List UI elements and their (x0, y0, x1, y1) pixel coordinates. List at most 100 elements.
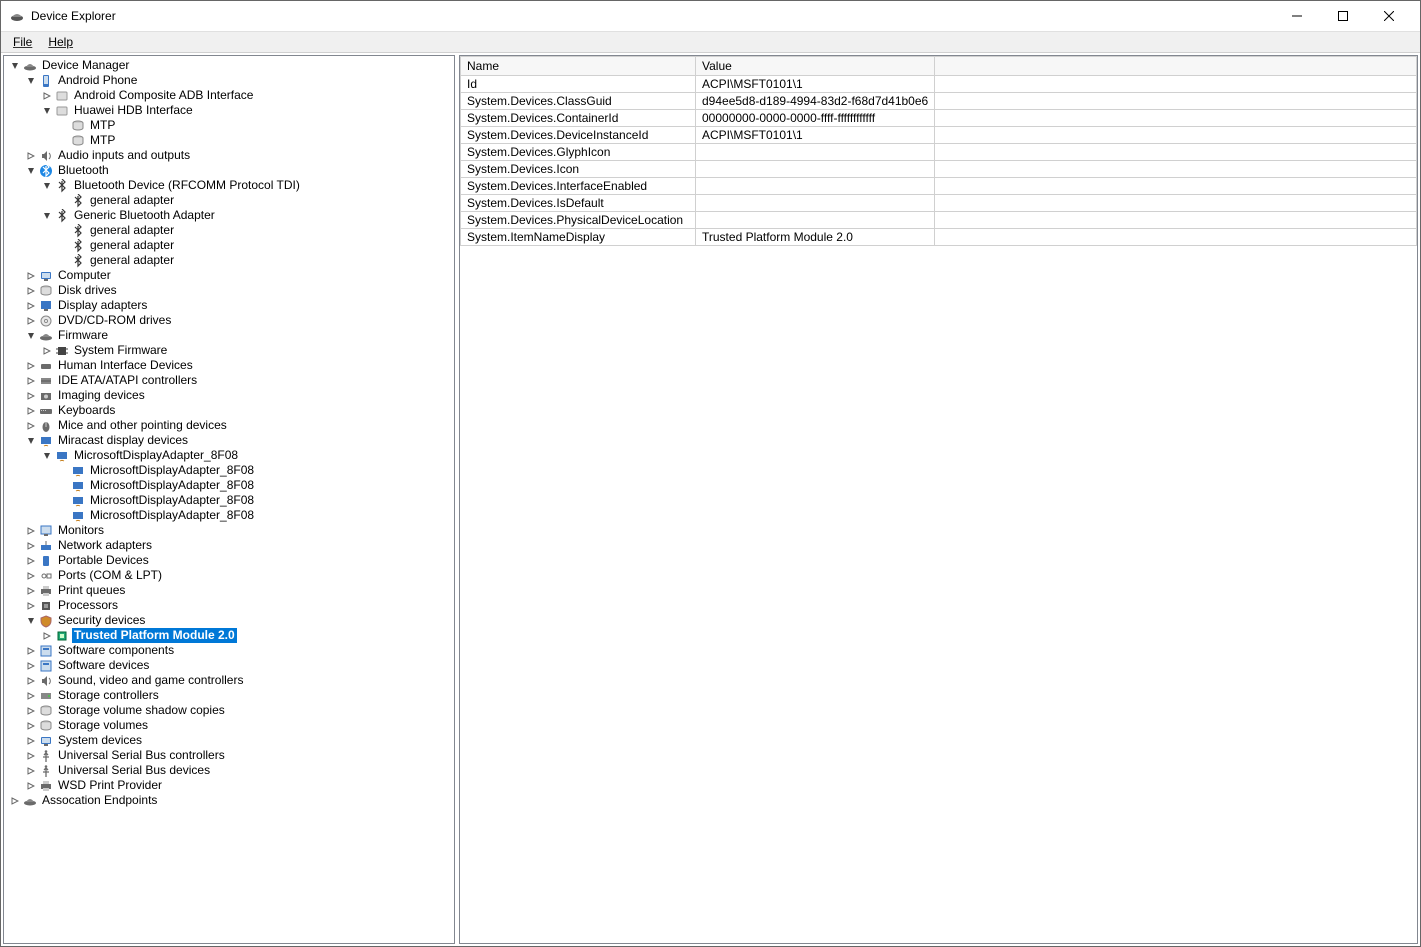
expand-icon[interactable] (42, 631, 52, 641)
expand-icon[interactable] (26, 691, 36, 701)
tree-item[interactable]: MicrosoftDisplayAdapter_8F08 (4, 493, 454, 508)
close-button[interactable] (1366, 1, 1412, 31)
tree-item[interactable]: Display adapters (4, 298, 454, 313)
expand-icon[interactable] (26, 271, 36, 281)
tree-item[interactable]: Storage controllers (4, 688, 454, 703)
tree-item[interactable]: MicrosoftDisplayAdapter_8F08 (4, 508, 454, 523)
tree-item[interactable]: Bluetooth Device (RFCOMM Protocol TDI) (4, 178, 454, 193)
tree-item[interactable]: Trusted Platform Module 2.0 (4, 628, 454, 643)
tree-item[interactable]: Miracast display devices (4, 433, 454, 448)
expand-icon[interactable] (26, 316, 36, 326)
tree-item[interactable]: MicrosoftDisplayAdapter_8F08 (4, 448, 454, 463)
tree-item[interactable]: Human Interface Devices (4, 358, 454, 373)
tree-item[interactable]: Universal Serial Bus controllers (4, 748, 454, 763)
tree-item[interactable]: general adapter (4, 193, 454, 208)
tree-item[interactable]: Audio inputs and outputs (4, 148, 454, 163)
tree-item[interactable]: Portable Devices (4, 553, 454, 568)
tree-item[interactable]: Device Manager (4, 58, 454, 73)
tree-item[interactable]: Network adapters (4, 538, 454, 553)
expand-icon[interactable] (26, 301, 36, 311)
tree-item[interactable]: MicrosoftDisplayAdapter_8F08 (4, 478, 454, 493)
expand-icon[interactable] (26, 661, 36, 671)
collapse-icon[interactable] (26, 166, 36, 176)
expand-icon[interactable] (26, 736, 36, 746)
tree-item[interactable]: Software devices (4, 658, 454, 673)
tree-item[interactable]: Monitors (4, 523, 454, 538)
expand-icon[interactable] (26, 706, 36, 716)
tree-item[interactable]: Mice and other pointing devices (4, 418, 454, 433)
tree-item[interactable]: Bluetooth (4, 163, 454, 178)
property-row[interactable]: System.Devices.ContainerId00000000-0000-… (461, 110, 1417, 127)
expand-icon[interactable] (26, 421, 36, 431)
expand-icon[interactable] (26, 391, 36, 401)
tree-item[interactable]: general adapter (4, 253, 454, 268)
tree-item[interactable]: DVD/CD-ROM drives (4, 313, 454, 328)
tree-item[interactable]: MicrosoftDisplayAdapter_8F08 (4, 463, 454, 478)
collapse-icon[interactable] (26, 331, 36, 341)
tree-item[interactable]: System devices (4, 733, 454, 748)
expand-icon[interactable] (26, 676, 36, 686)
tree-item[interactable]: MTP (4, 118, 454, 133)
expand-icon[interactable] (26, 556, 36, 566)
expand-icon[interactable] (42, 91, 52, 101)
expand-icon[interactable] (26, 361, 36, 371)
expand-icon[interactable] (42, 346, 52, 356)
tree-item[interactable]: Storage volumes (4, 718, 454, 733)
property-row[interactable]: System.Devices.ClassGuidd94ee5d8-d189-49… (461, 93, 1417, 110)
collapse-icon[interactable] (42, 211, 52, 221)
property-row[interactable]: System.Devices.DeviceInstanceIdACPI\MSFT… (461, 127, 1417, 144)
expand-icon[interactable] (26, 526, 36, 536)
expand-icon[interactable] (26, 646, 36, 656)
menu-file[interactable]: File (5, 33, 40, 51)
tree-item[interactable]: Security devices (4, 613, 454, 628)
expand-icon[interactable] (26, 766, 36, 776)
tree-item[interactable]: Software components (4, 643, 454, 658)
title-bar[interactable]: Device Explorer (1, 1, 1420, 31)
column-header-value[interactable]: Value (696, 57, 935, 76)
collapse-icon[interactable] (42, 451, 52, 461)
tree-item[interactable]: Disk drives (4, 283, 454, 298)
collapse-icon[interactable] (10, 61, 20, 71)
tree-item[interactable]: Android Phone (4, 73, 454, 88)
property-row[interactable]: System.ItemNameDisplayTrusted Platform M… (461, 229, 1417, 246)
expand-icon[interactable] (26, 601, 36, 611)
expand-icon[interactable] (26, 541, 36, 551)
expand-icon[interactable] (26, 781, 36, 791)
property-row[interactable]: System.Devices.Icon (461, 161, 1417, 178)
collapse-icon[interactable] (26, 436, 36, 446)
collapse-icon[interactable] (26, 616, 36, 626)
properties-pane[interactable]: Name Value IdACPI\MSFT0101\1System.Devic… (459, 55, 1418, 944)
expand-icon[interactable] (26, 586, 36, 596)
expand-icon[interactable] (26, 286, 36, 296)
tree-item[interactable]: general adapter (4, 238, 454, 253)
expand-icon[interactable] (26, 571, 36, 581)
tree-item[interactable]: Firmware (4, 328, 454, 343)
tree-item[interactable]: Universal Serial Bus devices (4, 763, 454, 778)
collapse-icon[interactable] (42, 181, 52, 191)
tree-item[interactable]: general adapter (4, 223, 454, 238)
tree-item[interactable]: Processors (4, 598, 454, 613)
tree-item[interactable]: Computer (4, 268, 454, 283)
column-header-name[interactable]: Name (461, 57, 696, 76)
tree-item[interactable]: Sound, video and game controllers (4, 673, 454, 688)
expand-icon[interactable] (26, 151, 36, 161)
tree-item[interactable]: Imaging devices (4, 388, 454, 403)
tree-item[interactable]: Storage volume shadow copies (4, 703, 454, 718)
expand-icon[interactable] (26, 751, 36, 761)
tree-item[interactable]: Generic Bluetooth Adapter (4, 208, 454, 223)
collapse-icon[interactable] (42, 106, 52, 116)
expand-icon[interactable] (10, 796, 20, 806)
minimize-button[interactable] (1274, 1, 1320, 31)
property-row[interactable]: System.Devices.PhysicalDeviceLocation (461, 212, 1417, 229)
tree-item[interactable]: Huawei HDB Interface (4, 103, 454, 118)
tree-item[interactable]: Ports (COM & LPT) (4, 568, 454, 583)
tree-item[interactable]: MTP (4, 133, 454, 148)
expand-icon[interactable] (26, 406, 36, 416)
tree-item[interactable]: Android Composite ADB Interface (4, 88, 454, 103)
tree-item[interactable]: WSD Print Provider (4, 778, 454, 793)
expand-icon[interactable] (26, 721, 36, 731)
maximize-button[interactable] (1320, 1, 1366, 31)
expand-icon[interactable] (26, 376, 36, 386)
device-tree[interactable]: Device ManagerAndroid PhoneAndroid Compo… (3, 55, 455, 944)
collapse-icon[interactable] (26, 76, 36, 86)
